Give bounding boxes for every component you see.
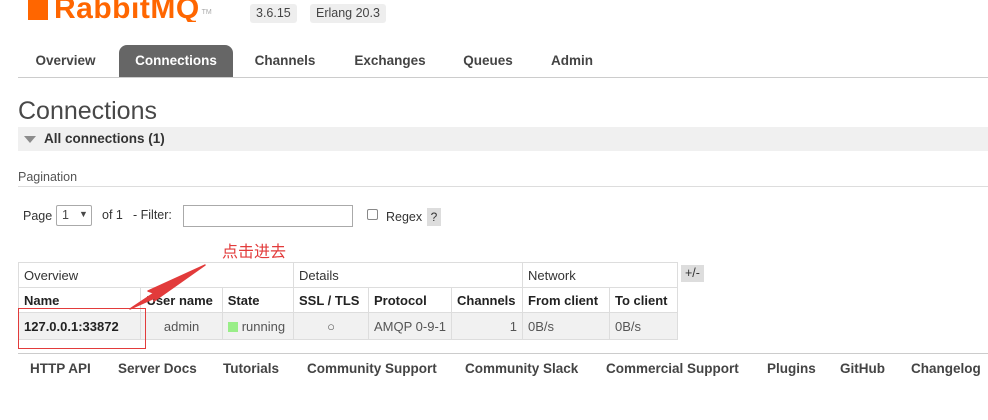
of-pages-label: of 1 (102, 208, 123, 222)
chevron-down-icon: ▼ (79, 209, 88, 219)
page-title: Connections (18, 97, 157, 125)
state-text: running (241, 318, 286, 334)
col-state[interactable]: State (221, 287, 295, 313)
version-badge: 3.6.15 (250, 4, 297, 23)
tab-admin[interactable]: Admin (536, 45, 608, 76)
cell-channels: 1 (451, 312, 524, 340)
cell-user-name: admin (140, 312, 223, 340)
cell-from-client: 0B/s (522, 312, 611, 340)
tab-exchanges[interactable]: Exchanges (340, 45, 440, 76)
footer-link-plugins[interactable]: Plugins (767, 361, 816, 376)
rabbitmq-logo[interactable]: RabbitMQ TM (28, 0, 212, 22)
column-group-header: Overview Details Network (18, 262, 679, 288)
main-nav-tabs: Overview Connections Channels Exchanges … (18, 45, 988, 78)
all-connections-toggle[interactable]: All connections (1) (18, 127, 988, 151)
col-from-client[interactable]: From client (522, 287, 611, 313)
filter-label: - Filter: (133, 208, 172, 222)
cell-state: running (221, 312, 295, 340)
rabbitmq-logo-icon (28, 0, 48, 20)
status-indicator-icon (227, 321, 238, 332)
footer-link-commercial-support[interactable]: Commercial Support (606, 361, 739, 376)
col-protocol[interactable]: Protocol (367, 287, 453, 313)
cell-ssl: ○ (293, 312, 369, 340)
col-ssl-tls[interactable]: SSL / TLS (293, 287, 369, 313)
regex-help-button[interactable]: ? (427, 208, 441, 226)
tab-channels[interactable]: Channels (240, 45, 330, 76)
regex-label: Regex (386, 210, 423, 224)
col-to-client[interactable]: To client (609, 287, 679, 313)
footer-link-server-docs[interactable]: Server Docs (118, 361, 197, 376)
tab-connections[interactable]: Connections (119, 45, 233, 77)
regex-checkbox[interactable] (367, 209, 378, 220)
annotation-highlight-box (18, 308, 146, 349)
page-label: Page (23, 209, 53, 223)
group-network: Network (522, 262, 679, 288)
logo-trademark: TM (201, 9, 212, 16)
footer-divider (18, 353, 988, 354)
filter-input[interactable] (183, 205, 353, 227)
footer-link-tutorials[interactable]: Tutorials (223, 361, 279, 376)
cell-to-client: 0B/s (609, 312, 679, 340)
footer-link-changelog[interactable]: Changelog (911, 361, 981, 376)
tab-overview[interactable]: Overview (18, 45, 113, 76)
group-overview: Overview (18, 262, 294, 288)
tab-queues[interactable]: Queues (450, 45, 526, 76)
annotation-text: 点击进去 (222, 242, 287, 261)
footer-link-github[interactable]: GitHub (840, 361, 885, 376)
page-select[interactable]: 1 ▼ (56, 205, 92, 226)
group-details: Details (292, 262, 524, 288)
collapse-triangle-icon (24, 136, 36, 143)
footer-link-http-api[interactable]: HTTP API (30, 361, 91, 376)
page-select-value: 1 (62, 208, 69, 222)
logo-text: RabbitMQ (54, 0, 200, 22)
footer-link-community-slack[interactable]: Community Slack (465, 361, 578, 376)
footer-link-community-support[interactable]: Community Support (307, 361, 437, 376)
pagination-divider (18, 186, 988, 187)
pagination-label: Pagination (18, 170, 78, 184)
cell-protocol: AMQP 0-9-1 (367, 312, 453, 340)
columns-toggle-button[interactable]: +/- (681, 265, 704, 282)
erlang-version-badge: Erlang 20.3 (310, 4, 386, 23)
section-title: All connections (1) (44, 131, 165, 146)
col-user-name[interactable]: User name (140, 287, 223, 313)
col-channels[interactable]: Channels (451, 287, 524, 313)
